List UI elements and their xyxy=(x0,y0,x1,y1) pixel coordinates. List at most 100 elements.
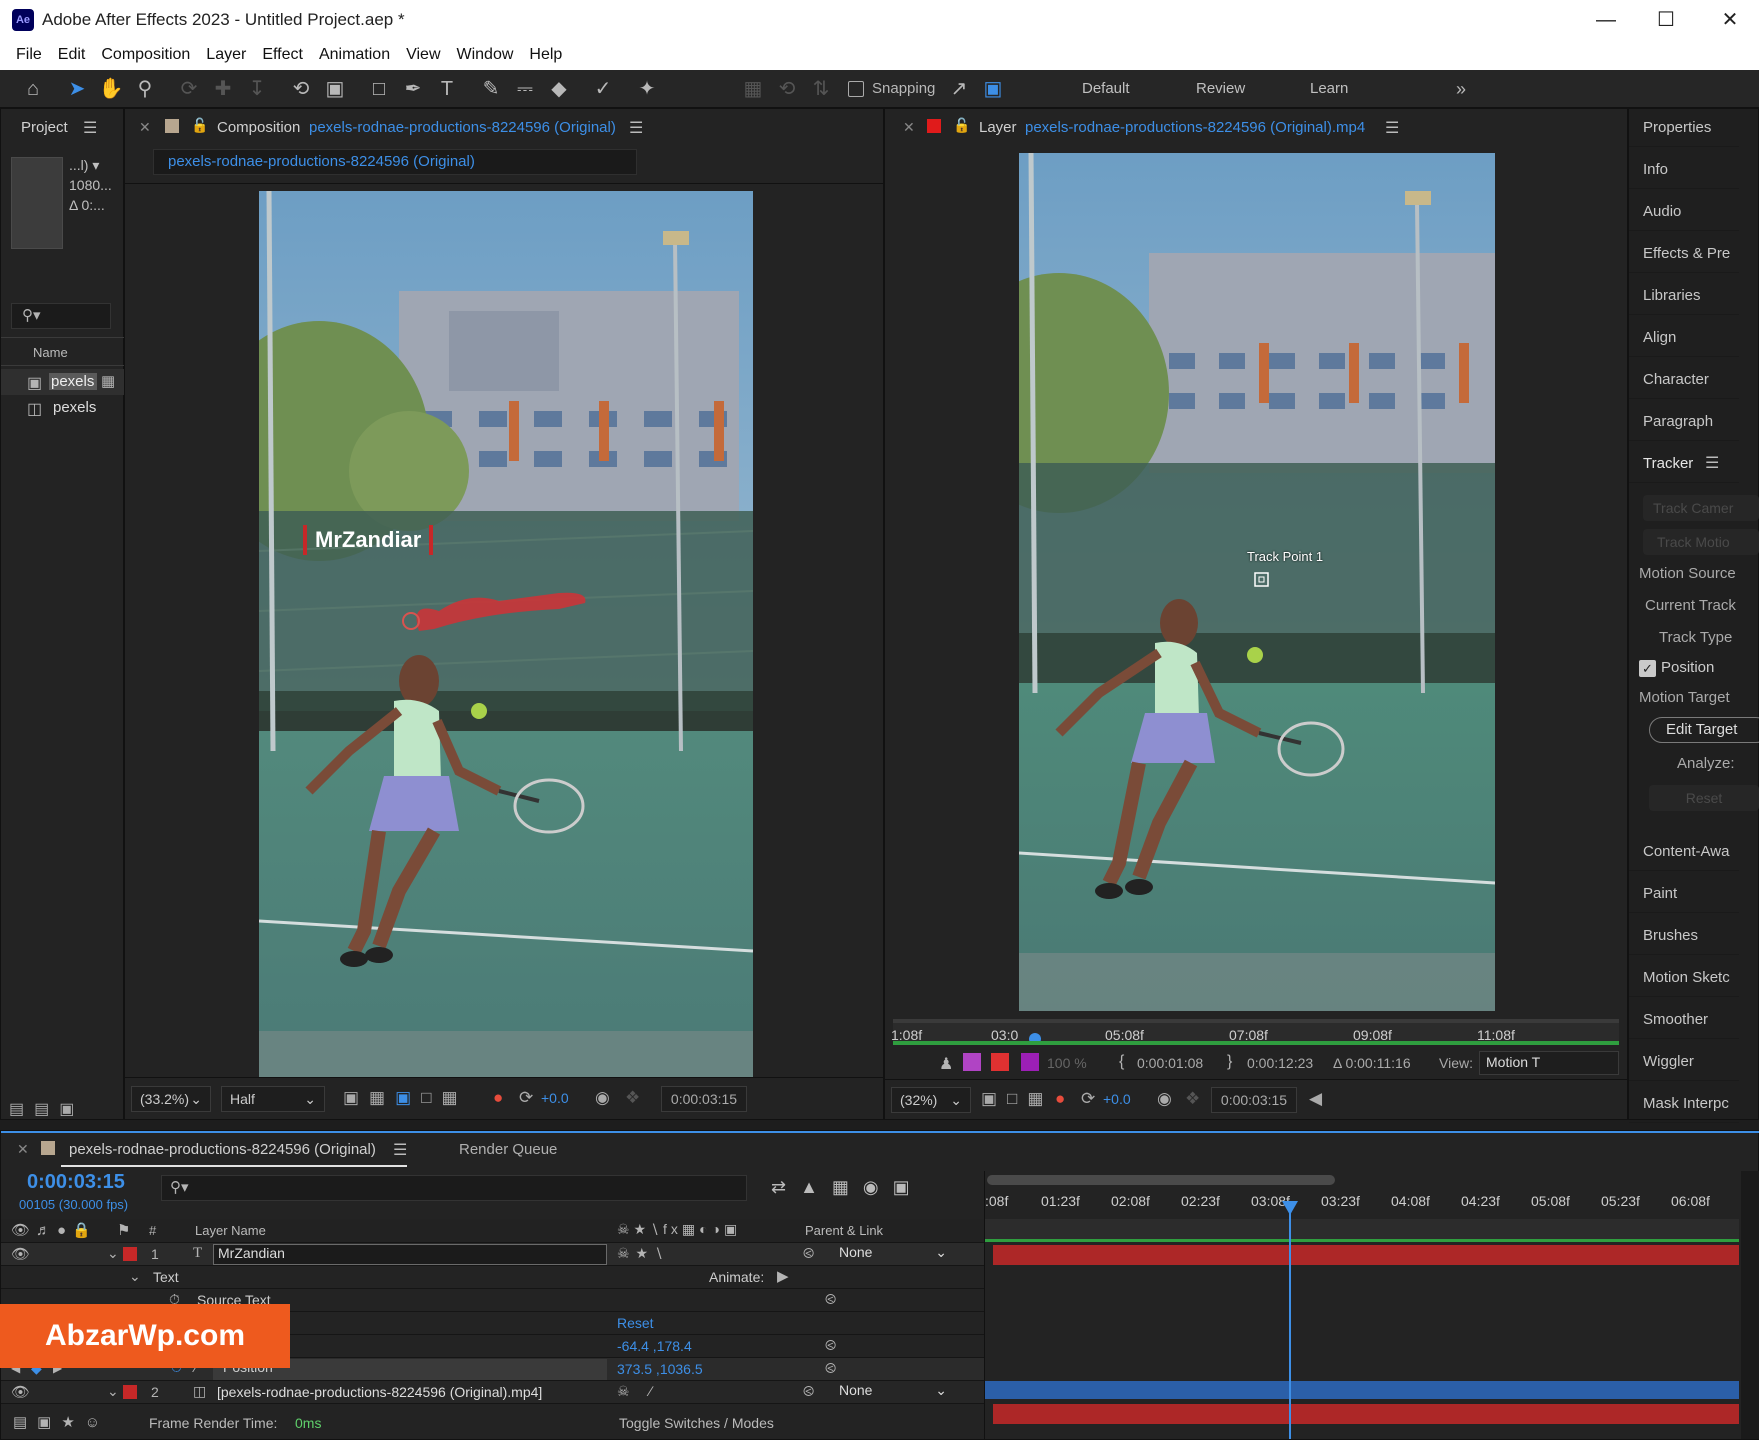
parent-dropdown[interactable]: None ⌄ xyxy=(833,1244,953,1264)
type-tool-icon[interactable]: T xyxy=(434,77,460,101)
table-row[interactable]: 👁 ⌄ 1 T MrZandian ☠★∖ ⧀ None ⌄ xyxy=(1,1243,984,1266)
panel-wiggler[interactable]: Wiggler xyxy=(1629,1043,1739,1081)
timeline-scrollbar[interactable] xyxy=(1741,1171,1759,1439)
world-axis-icon[interactable]: ⇅ xyxy=(808,77,834,101)
table-row[interactable]: 👁 ⌄ 2 ◫ [pexels-rodnae-productions-82245… xyxy=(1,1381,984,1404)
minimize-icon[interactable]: — xyxy=(1586,4,1626,36)
exposure-value[interactable]: +0.0 xyxy=(541,1090,569,1106)
reset-exposure-icon[interactable]: ⟳ xyxy=(519,1088,533,1108)
hand-tool-icon[interactable]: ✋ xyxy=(98,77,124,101)
menu-file[interactable]: File xyxy=(8,40,50,70)
walker-icon[interactable]: ♟ xyxy=(939,1054,953,1074)
comp-tab-name[interactable]: pexels-rodnae-productions-8224596 (Origi… xyxy=(309,119,616,136)
track-camera-button[interactable]: Track Camer xyxy=(1643,495,1759,521)
selection-tool-icon[interactable]: ➤ xyxy=(64,77,90,101)
brush-tool-icon[interactable]: ✎ xyxy=(478,77,504,101)
label-color-swatch[interactable] xyxy=(165,119,179,133)
clone-stamp-icon[interactable]: ⎓ xyxy=(512,77,538,101)
purple-swatch[interactable] xyxy=(1021,1053,1039,1071)
show-snapshot-icon[interactable]: ❖ xyxy=(1185,1089,1200,1109)
zoom-dropdown[interactable]: (32%) ⌄ xyxy=(891,1087,971,1113)
menu-layer[interactable]: Layer xyxy=(198,40,254,70)
reset-button[interactable]: Reset xyxy=(1649,785,1759,811)
layer-timecode[interactable]: 0:00:03:15 xyxy=(1211,1087,1297,1113)
snap-target-icon[interactable]: ▣ xyxy=(980,77,1006,101)
track-motion-button[interactable]: Track Motio xyxy=(1643,529,1759,555)
footer-toggle-icons[interactable]: ▤▣★☺ xyxy=(13,1413,110,1431)
panel-mask-interpolation[interactable]: Mask Interpc xyxy=(1629,1085,1739,1123)
edit-target-button[interactable]: Edit Target xyxy=(1649,717,1759,743)
reset-link[interactable]: Reset xyxy=(617,1315,654,1331)
out-point-bracket-icon[interactable]: } xyxy=(1227,1053,1232,1071)
layer-switch-icons[interactable]: ☠★∖fx▦◐◑▣ xyxy=(617,1221,741,1238)
comp-timecode[interactable]: 0:00:03:15 xyxy=(661,1086,747,1112)
opacity-value[interactable]: 100 % xyxy=(1047,1055,1087,1071)
chevron-down-icon[interactable]: ⌄ xyxy=(107,1383,119,1400)
expression-icon[interactable]: ⧀ xyxy=(825,1337,836,1354)
parent-dropdown[interactable]: None ⌄ xyxy=(833,1382,953,1402)
panel-brushes[interactable]: Brushes xyxy=(1629,917,1739,955)
snapshot-icon[interactable]: ◉ xyxy=(1157,1089,1172,1109)
current-time-indicator[interactable] xyxy=(1289,1205,1291,1439)
composition-viewer[interactable]: MrZandiar xyxy=(259,191,753,1083)
eraser-tool-icon[interactable]: ◆ xyxy=(546,77,572,101)
comp-tab-prefix[interactable]: Composition xyxy=(217,119,300,136)
lock-icon[interactable]: 🔓 xyxy=(953,117,970,134)
list-item[interactable]: ▣ pexels ▦ xyxy=(1,369,125,395)
column-name-header[interactable]: Name xyxy=(33,345,68,360)
layer-viewer[interactable]: Track Point 1 xyxy=(1019,153,1495,1011)
menu-window[interactable]: Window xyxy=(449,40,522,70)
timeline-search-input[interactable]: ⚲▾ xyxy=(161,1175,747,1201)
roto-brush-icon[interactable]: ✓ xyxy=(590,77,616,101)
label-color-swatch[interactable] xyxy=(123,1385,137,1399)
snapping-checkbox[interactable] xyxy=(848,81,864,97)
text-layer-overlay[interactable]: MrZandiar xyxy=(303,525,434,555)
show-snapshot-icon[interactable]: ❖ xyxy=(625,1088,640,1108)
view-dropdown[interactable]: Motion T xyxy=(1479,1051,1619,1075)
pickwhip-icon[interactable]: ⧀ xyxy=(803,1245,814,1262)
chevron-down-icon[interactable]: ⌄ xyxy=(107,1245,119,1262)
snapshot-icon[interactable]: ◉ xyxy=(595,1088,610,1108)
close-tab-icon[interactable]: ✕ xyxy=(17,1141,29,1158)
timeline-navigator[interactable] xyxy=(987,1175,1335,1185)
anchor-point-value[interactable]: -64.4 ,178.4 xyxy=(617,1338,692,1354)
menu-effect[interactable]: Effect xyxy=(254,40,311,70)
resolution-dropdown[interactable]: Half ⌄ xyxy=(221,1086,325,1112)
panel-menu-icon[interactable]: ☰ xyxy=(393,1140,407,1160)
menu-edit[interactable]: Edit xyxy=(50,40,94,70)
list-item[interactable]: ◫ pexels xyxy=(1,395,125,421)
menu-composition[interactable]: Composition xyxy=(93,40,198,70)
position-checkbox[interactable]: ✓ xyxy=(1639,660,1656,677)
project-panel-title[interactable]: Project xyxy=(21,119,68,136)
eye-icon[interactable]: 👁 xyxy=(11,1383,30,1401)
layer-name[interactable]: [pexels-rodnae-productions-8224596 (Orig… xyxy=(217,1384,542,1400)
channel-icon[interactable]: ● xyxy=(493,1088,503,1108)
layer-time-ruler[interactable]: 1:08f 03:0 05:08f 07:08f 09:08f 11:08f xyxy=(891,1019,1619,1045)
zoom-tool-icon[interactable]: ⚲ xyxy=(132,77,158,101)
layer-1-bar[interactable] xyxy=(993,1245,1739,1265)
panel-motion-sketch[interactable]: Motion Sketc xyxy=(1629,959,1739,997)
timeline-tab-name[interactable]: pexels-rodnae-productions-8224596 (Origi… xyxy=(69,1141,376,1158)
track-point-label[interactable]: Track Point 1 xyxy=(1247,549,1323,564)
panel-tracker[interactable]: Tracker ☰ xyxy=(1629,445,1739,483)
property-group-row[interactable]: ⌄ Text Animate: ▶ xyxy=(1,1266,984,1289)
flowchart-icon[interactable]: ▦ xyxy=(101,372,115,390)
maximize-icon[interactable]: ☐ xyxy=(1646,4,1686,36)
layer-tab-name[interactable]: pexels-rodnae-productions-8224596 (Origi… xyxy=(1025,119,1365,136)
column-parent-link[interactable]: Parent & Link xyxy=(805,1223,883,1238)
panel-menu-icon[interactable]: ☰ xyxy=(629,118,643,138)
panel-content-aware-fill[interactable]: Content-Awa xyxy=(1629,833,1739,871)
menu-help[interactable]: Help xyxy=(521,40,570,70)
dolly-camera-icon[interactable]: ↧ xyxy=(244,77,270,101)
close-icon[interactable]: ✕ xyxy=(1710,4,1750,36)
av-switch-icons[interactable]: 👁♬●🔒 xyxy=(11,1221,97,1239)
panel-menu-icon[interactable]: ☰ xyxy=(83,118,97,138)
workspace-learn[interactable]: Learn xyxy=(1310,80,1348,97)
exposure-value[interactable]: +0.0 xyxy=(1103,1091,1131,1107)
toggle-switches-modes[interactable]: Toggle Switches / Modes xyxy=(619,1415,774,1431)
layer-2-bar[interactable] xyxy=(993,1404,1739,1424)
column-number[interactable]: # xyxy=(149,1223,156,1238)
chevron-down-icon[interactable]: ⌄ xyxy=(129,1268,141,1285)
render-queue-tab[interactable]: Render Queue xyxy=(459,1141,557,1158)
label-color-swatch[interactable] xyxy=(41,1141,55,1155)
